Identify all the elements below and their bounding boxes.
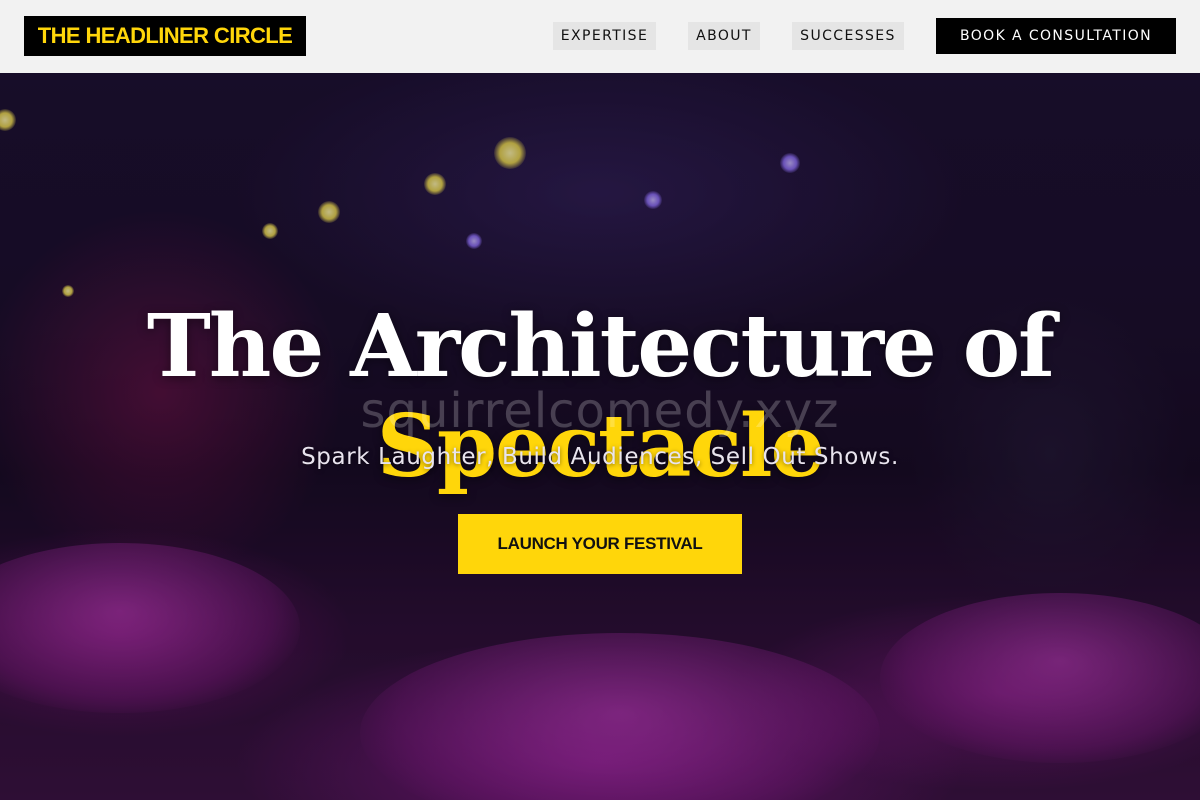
book-consultation-button[interactable]: BOOK A CONSULTATION [936,18,1176,54]
hero-title-line1: The Architecture of [146,296,1055,397]
hero-subtitle: Spark Laughter, Build Audiences, Sell Ou… [301,444,899,470]
nav-link-expertise[interactable]: EXPERTISE [553,22,656,50]
launch-festival-button[interactable]: LAUNCH YOUR FESTIVAL [458,514,742,574]
hero-section: The Architecture of Spectacle [0,73,1200,800]
nav-link-about[interactable]: ABOUT [688,22,760,50]
nav-link-successes[interactable]: SUCCESSES [792,22,904,50]
site-header: THE HEADLINER CIRCLE EXPERTISE ABOUT SUC… [0,0,1200,73]
site-logo[interactable]: THE HEADLINER CIRCLE [24,16,306,56]
